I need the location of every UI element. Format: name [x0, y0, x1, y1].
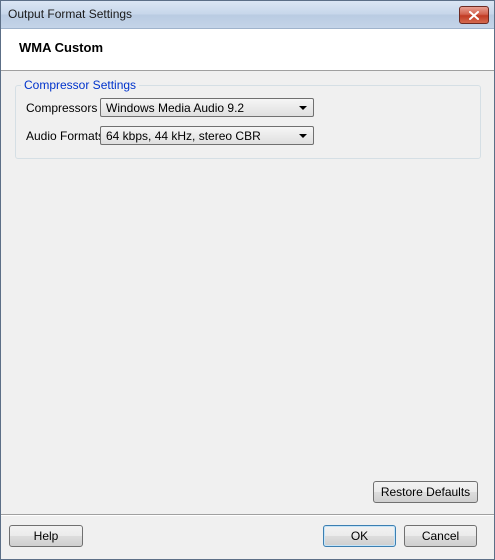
page-title: WMA Custom	[19, 40, 104, 55]
chevron-down-icon	[299, 106, 307, 110]
window-title: Output Format Settings	[8, 7, 133, 21]
audio-formats-dropdown[interactable]: 64 kbps, 44 kHz, stereo CBR	[100, 126, 314, 145]
restore-defaults-button[interactable]: Restore Defaults	[373, 481, 478, 503]
dialog-window: Output Format Settings WMA Custom Compre…	[0, 0, 495, 560]
group-legend: Compressor Settings	[21, 78, 140, 92]
title-bar[interactable]: Output Format Settings	[1, 1, 494, 29]
compressors-value: Windows Media Audio 9.2	[106, 101, 245, 115]
cancel-button[interactable]: Cancel	[404, 525, 477, 547]
chevron-down-icon	[299, 134, 307, 138]
ok-button[interactable]: OK	[323, 525, 396, 547]
compressors-dropdown[interactable]: Windows Media Audio 9.2	[100, 98, 314, 117]
audio-formats-label: Audio Formats	[26, 129, 105, 143]
compressor-settings-group: Compressor Settings	[15, 78, 481, 159]
compressors-label: Compressors	[26, 101, 98, 115]
audio-formats-value: 64 kbps, 44 kHz, stereo CBR	[106, 129, 261, 143]
footer-separator	[1, 514, 494, 516]
close-button[interactable]	[459, 6, 489, 24]
dialog-header: WMA Custom	[1, 29, 494, 71]
close-icon	[469, 10, 479, 20]
help-button[interactable]: Help	[9, 525, 83, 547]
